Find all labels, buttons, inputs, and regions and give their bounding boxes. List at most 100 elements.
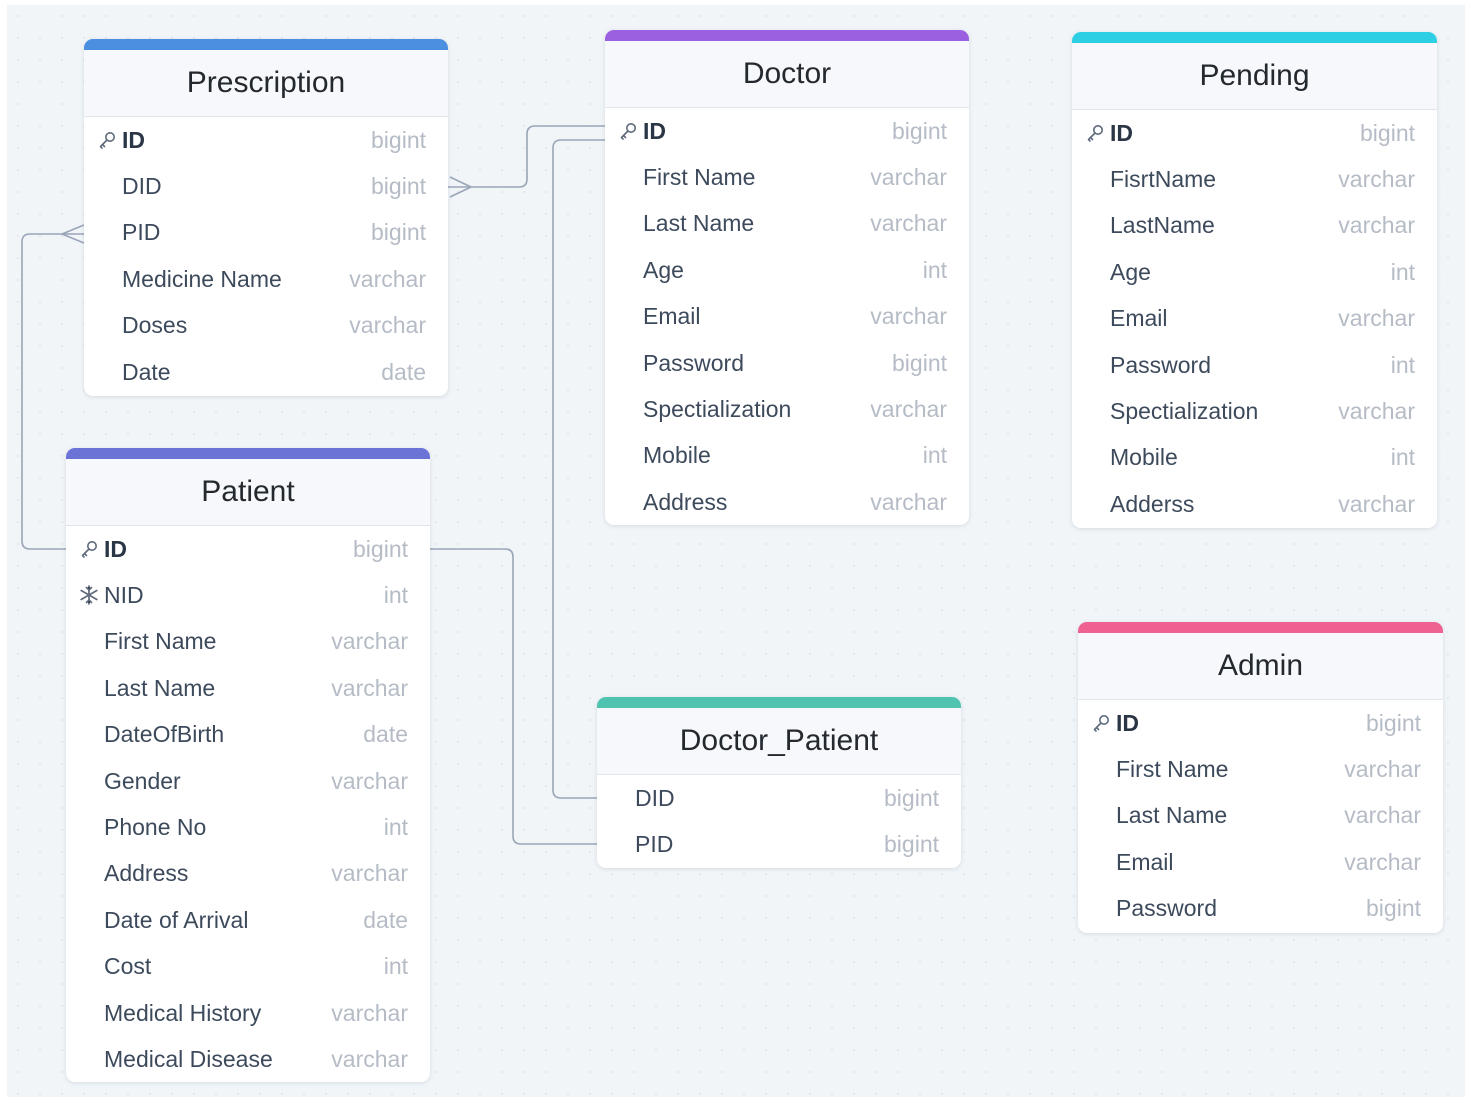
field-type: varchar — [870, 488, 947, 515]
field-name: Spectialization — [1110, 398, 1259, 425]
field-type: int — [922, 442, 947, 469]
field-row-last-name[interactable]: Last Name varchar — [66, 665, 430, 711]
field-type: varchar — [349, 265, 426, 292]
table-title: Patient — [66, 459, 430, 526]
field-name: Password — [1110, 351, 1211, 378]
field-row-first-name[interactable]: First Name varchar — [1078, 746, 1443, 792]
field-row-cost[interactable]: Cost int — [66, 944, 430, 990]
table-doctor-patient[interactable]: Doctor_Patient DID bigint PID bigint — [597, 697, 961, 868]
field-type: date — [363, 721, 408, 748]
field-type: varchar — [331, 674, 408, 701]
field-name: Mobile — [643, 442, 711, 469]
field-row-email[interactable]: Email varchar — [1078, 839, 1443, 885]
field-row-spectialization[interactable]: Spectialization varchar — [1072, 388, 1437, 434]
table-pending[interactable]: Pending ID bigint FisrtName varchar LastName v… — [1072, 32, 1437, 528]
field-row-first-name[interactable]: First Name varchar — [66, 619, 430, 665]
field-name: DID — [635, 784, 675, 811]
field-type: varchar — [1344, 802, 1421, 829]
field-row-mobile[interactable]: Mobile int — [605, 433, 969, 479]
field-type: varchar — [1344, 848, 1421, 875]
field-row-doses[interactable]: Doses varchar — [84, 303, 448, 349]
key-icon — [617, 120, 639, 142]
field-name: Adderss — [1110, 490, 1195, 517]
field-row-did[interactable]: DID bigint — [597, 775, 961, 821]
field-type: varchar — [331, 860, 408, 887]
field-type: bigint — [371, 173, 426, 200]
field-row-medicine-name[interactable]: Medicine Name varchar — [84, 256, 448, 302]
field-row-medical-disease[interactable]: Medical Disease varchar — [66, 1036, 430, 1082]
field-row-pid[interactable]: PID bigint — [84, 210, 448, 256]
table-prescription[interactable]: Prescription ID bigint DID bigint PID bigint Me… — [84, 39, 448, 396]
field-row-medical-history[interactable]: Medical History varchar — [66, 990, 430, 1036]
field-row-spectialization[interactable]: Spectialization varchar — [605, 386, 969, 432]
field-row-nid[interactable]: NID int — [66, 572, 430, 618]
field-name: PID — [635, 831, 674, 858]
field-type: bigint — [371, 219, 426, 246]
field-row-age[interactable]: Age int — [605, 247, 969, 293]
field-name: Medical History — [104, 999, 262, 1026]
field-row-email[interactable]: Email varchar — [1072, 296, 1437, 342]
field-row-address[interactable]: Address varchar — [66, 851, 430, 897]
field-type: varchar — [1338, 490, 1415, 517]
table-color-bar — [605, 30, 969, 41]
field-type: varchar — [349, 312, 426, 339]
field-type: varchar — [331, 1045, 408, 1072]
table-admin[interactable]: Admin ID bigint First Name varchar Last Name v… — [1078, 622, 1443, 933]
field-type: bigint — [884, 831, 939, 858]
field-row-first-name[interactable]: First Name varchar — [605, 154, 969, 200]
field-row-password[interactable]: Password bigint — [605, 340, 969, 386]
field-row-did[interactable]: DID bigint — [84, 163, 448, 209]
field-name: Cost — [104, 953, 152, 980]
field-name: First Name — [1116, 756, 1229, 783]
field-row-last-name[interactable]: Last Name varchar — [1078, 793, 1443, 839]
field-row-phone-no[interactable]: Phone No int — [66, 804, 430, 850]
field-type: varchar — [1338, 166, 1415, 193]
field-row-password[interactable]: Password bigint — [1078, 886, 1443, 932]
table-patient[interactable]: Patient ID bigint NID int First Name varchar La… — [66, 448, 430, 1082]
field-row-fisrtname[interactable]: FisrtName varchar — [1072, 156, 1437, 202]
snowflake-icon — [78, 584, 100, 606]
field-row-lastname[interactable]: LastName varchar — [1072, 203, 1437, 249]
field-row-address[interactable]: Address varchar — [605, 479, 969, 525]
field-row-date-of-arrival[interactable]: Date of Arrival date — [66, 897, 430, 943]
field-row-id[interactable]: ID bigint — [66, 526, 430, 572]
field-row-date[interactable]: Date date — [84, 349, 448, 395]
key-icon — [96, 129, 118, 151]
field-name: Doses — [122, 312, 188, 339]
field-name: ID — [1110, 119, 1133, 146]
field-name: DateOfBirth — [104, 721, 225, 748]
field-row-adderss[interactable]: Adderss varchar — [1072, 481, 1437, 527]
field-name: Last Name — [1116, 802, 1228, 829]
field-name: Spectialization — [643, 396, 792, 423]
field-type: bigint — [884, 784, 939, 811]
field-row-id[interactable]: ID bigint — [84, 117, 448, 163]
field-row-password[interactable]: Password int — [1072, 342, 1437, 388]
field-type: bigint — [1366, 709, 1421, 736]
field-row-pid[interactable]: PID bigint — [597, 821, 961, 867]
field-name: NID — [104, 582, 144, 609]
field-row-gender[interactable]: Gender varchar — [66, 758, 430, 804]
key-icon — [1090, 712, 1112, 734]
field-row-age[interactable]: Age int — [1072, 249, 1437, 295]
field-type: bigint — [1360, 119, 1415, 146]
field-type: varchar — [331, 628, 408, 655]
field-name: Gender — [104, 767, 181, 794]
field-row-dateofbirth[interactable]: DateOfBirth date — [66, 712, 430, 758]
field-row-id[interactable]: ID bigint — [1078, 700, 1443, 746]
field-name: PID — [122, 219, 161, 246]
field-name: Date — [122, 358, 171, 385]
field-row-last-name[interactable]: Last Name varchar — [605, 201, 969, 247]
table-doctor[interactable]: Doctor ID bigint First Name varchar Last Name… — [605, 30, 969, 525]
field-type: bigint — [371, 126, 426, 153]
field-row-mobile[interactable]: Mobile int — [1072, 435, 1437, 481]
field-row-id[interactable]: ID bigint — [1072, 110, 1437, 156]
field-row-email[interactable]: Email varchar — [605, 294, 969, 340]
field-name: ID — [122, 126, 145, 153]
field-type: varchar — [1338, 398, 1415, 425]
field-name: Date of Arrival — [104, 906, 249, 933]
field-type: bigint — [892, 349, 947, 376]
field-type: date — [381, 358, 426, 385]
field-name: Password — [643, 349, 744, 376]
field-name: Last Name — [104, 674, 216, 701]
field-row-id[interactable]: ID bigint — [605, 108, 969, 154]
